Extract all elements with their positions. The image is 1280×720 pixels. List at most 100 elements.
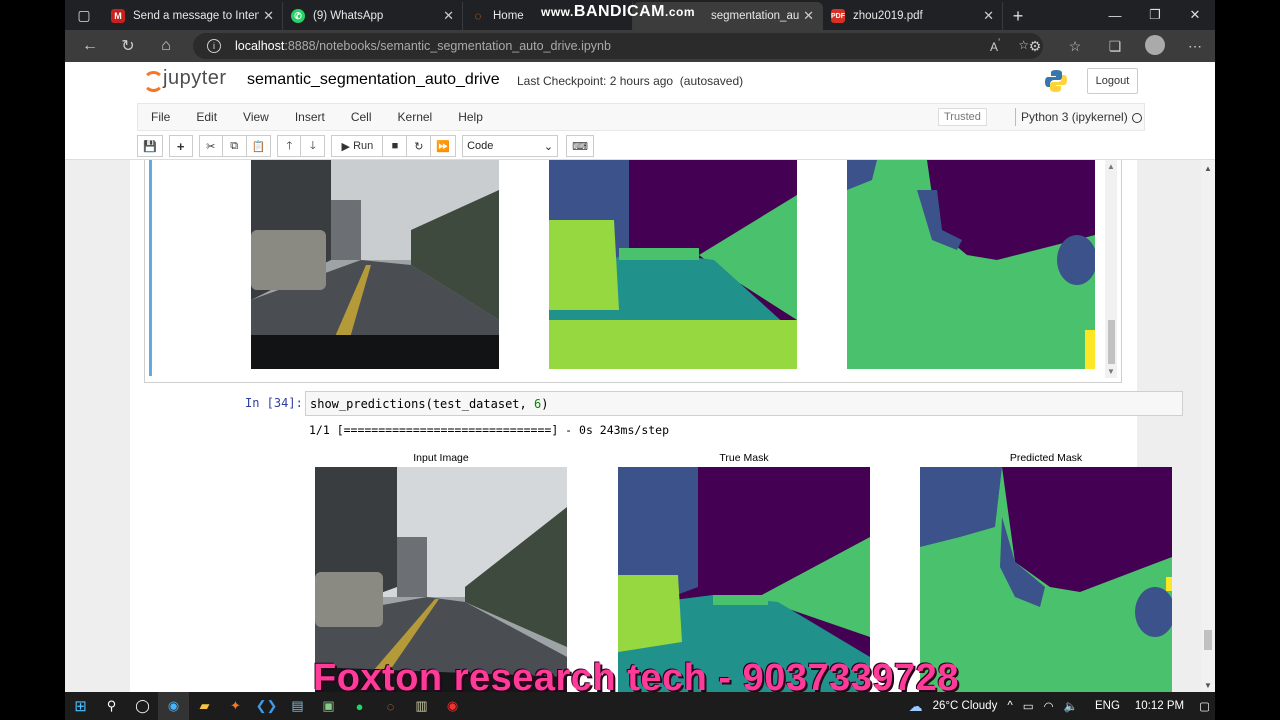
- windows-taskbar: ⊞ ⚲ ◯ ◉ ▰ ✦ ❮❯ ▤ ▣ ● ◌ ▥ ◉ ☁ 26°C Cloudy…: [65, 692, 1215, 720]
- file-explorer-icon[interactable]: ▰: [189, 692, 220, 720]
- language-indicator[interactable]: ENG: [1095, 700, 1120, 712]
- menu-view[interactable]: View: [230, 110, 282, 124]
- window-menu-icon[interactable]: ▢: [65, 0, 103, 30]
- cortana-icon[interactable]: ◯: [127, 692, 158, 720]
- back-icon[interactable]: ←: [71, 37, 109, 55]
- menu-kernel[interactable]: Kernel: [385, 110, 446, 124]
- trusted-indicator[interactable]: Trusted: [938, 108, 987, 126]
- tab-title: (9) WhatsApp: [313, 10, 384, 22]
- profile-avatar[interactable]: [1135, 34, 1175, 58]
- insert-cell-button[interactable]: +: [168, 135, 193, 157]
- notebook-name[interactable]: semantic_segmentation_auto_drive: [247, 71, 500, 89]
- home-icon[interactable]: ⌂: [147, 37, 185, 55]
- scroll-thumb[interactable]: [1204, 630, 1212, 650]
- kernel-name[interactable]: Python 3 (ipykernel): [1015, 108, 1128, 126]
- windows-start-icon[interactable]: ⊞: [65, 692, 96, 720]
- selected-cell-indicator: [149, 160, 152, 376]
- copy-icon[interactable]: ⧉: [222, 135, 247, 157]
- cell-output-text: 1/1 [==============================] - 0…: [309, 423, 670, 437]
- menu-insert[interactable]: Insert: [282, 110, 338, 124]
- page-scrollbar[interactable]: ▲ ▼: [1201, 160, 1215, 692]
- url-path: :8888/notebooks/semantic_segmentation_au…: [284, 39, 611, 53]
- browser-tab-strip: ▢ M Send a message to Intense ✕ ✆ (9) Wh…: [65, 0, 1215, 30]
- notebook-page: ▲ ▼ In [34]: show_predictions(test_datas…: [130, 160, 1183, 692]
- menu-file[interactable]: File: [138, 110, 183, 124]
- address-bar[interactable]: i localhost :8888/notebooks/semantic_seg…: [193, 33, 1043, 59]
- extensions-icon[interactable]: ⚙: [1015, 38, 1055, 55]
- notifications-icon[interactable]: ▢: [1199, 699, 1210, 713]
- notepad-icon[interactable]: ▤: [282, 692, 313, 720]
- cell-type-select[interactable]: Code ⌄: [462, 135, 559, 157]
- save-button[interactable]: 💾: [137, 135, 163, 157]
- scroll-down-icon[interactable]: ▼: [1107, 367, 1115, 376]
- anaconda-icon[interactable]: ✦: [220, 692, 251, 720]
- weather-text[interactable]: 26°C Cloudy: [933, 700, 998, 712]
- record-icon[interactable]: ◉: [437, 692, 468, 720]
- wifi-icon[interactable]: ◠: [1044, 699, 1054, 713]
- move-down-icon[interactable]: 🡓: [301, 135, 326, 157]
- read-aloud-icon[interactable]: Aʼ: [990, 38, 1000, 54]
- system-tray: ☁ 26°C Cloudy ^ ▭ ◠ 🔈 ENG 10:12 PM ▢: [904, 692, 1215, 720]
- caption-true-mask: True Mask: [719, 452, 769, 464]
- whatsapp-icon: ✆: [291, 9, 305, 23]
- close-icon[interactable]: ✕: [443, 8, 454, 24]
- new-tab-button[interactable]: +: [1003, 2, 1033, 30]
- cut-icon[interactable]: ✂: [198, 135, 223, 157]
- collections-icon[interactable]: ❏: [1095, 38, 1135, 55]
- bandicam-watermark: www.BANDICAM.com: [541, 3, 696, 20]
- minimize-icon[interactable]: —: [1095, 0, 1135, 30]
- promo-watermark: Foxton research tech - 9037339728: [313, 657, 959, 692]
- notebook-menubar: File Edit View Insert Cell Kernel Help T…: [137, 103, 1145, 131]
- scroll-thumb[interactable]: [1108, 320, 1115, 364]
- vscode-icon[interactable]: ❮❯: [251, 692, 282, 720]
- tab-whatsapp[interactable]: ✆ (9) WhatsApp ✕: [283, 2, 463, 30]
- spotify-icon[interactable]: ●: [344, 692, 375, 720]
- display-icon[interactable]: ▭: [1023, 699, 1034, 713]
- close-window-icon[interactable]: ✕: [1175, 0, 1215, 30]
- checkpoint-status: Last Checkpoint: 2 hours ago (autosaved): [517, 74, 744, 88]
- output-scrollbar[interactable]: ▲ ▼: [1105, 160, 1117, 378]
- tab-gmail[interactable]: M Send a message to Intense ✕: [103, 2, 283, 30]
- restore-icon[interactable]: ❐: [1135, 0, 1175, 30]
- jupyter-taskbar-icon[interactable]: ◌: [375, 692, 406, 720]
- predicted-mask-image: [847, 160, 1095, 369]
- command-palette-icon[interactable]: ⌨: [566, 135, 595, 157]
- restart-icon[interactable]: ↻: [407, 135, 432, 157]
- close-icon[interactable]: ✕: [263, 8, 274, 24]
- tab-title: zhou2019.pdf: [853, 10, 923, 22]
- stop-icon[interactable]: ■: [383, 135, 408, 157]
- tray-chevron-icon[interactable]: ^: [1007, 700, 1012, 712]
- tab-pdf[interactable]: PDF zhou2019.pdf ✕: [823, 2, 1003, 30]
- jupyter-logo[interactable]: jupyter: [141, 67, 227, 92]
- chevron-down-icon: ⌄: [543, 140, 554, 153]
- close-icon[interactable]: ✕: [803, 8, 814, 24]
- browser-tools: ⚙ ☆ ❏ ⋯: [1015, 30, 1215, 62]
- scroll-up-icon[interactable]: ▲: [1204, 164, 1212, 173]
- volume-icon[interactable]: 🔈: [1064, 699, 1078, 713]
- menu-edit[interactable]: Edit: [183, 110, 230, 124]
- pdf-icon: PDF: [831, 9, 845, 23]
- code-cell-input[interactable]: show_predictions(test_dataset, 6): [305, 391, 1183, 416]
- menu-help[interactable]: Help: [445, 110, 496, 124]
- favorites-icon[interactable]: ☆: [1055, 38, 1095, 55]
- menu-cell[interactable]: Cell: [338, 110, 385, 124]
- refresh-icon[interactable]: ↻: [109, 36, 147, 56]
- close-icon[interactable]: ✕: [983, 8, 994, 24]
- app-icon[interactable]: ▥: [406, 692, 437, 720]
- move-up-icon[interactable]: 🡑: [277, 135, 302, 157]
- edge-icon[interactable]: ◉: [158, 692, 189, 720]
- photos-icon[interactable]: ▣: [313, 692, 344, 720]
- info-icon[interactable]: i: [207, 39, 221, 53]
- more-menu-icon[interactable]: ⋯: [1175, 38, 1215, 55]
- screen: ▢ M Send a message to Intense ✕ ✆ (9) Wh…: [65, 0, 1215, 692]
- scroll-down-icon[interactable]: ▼: [1204, 681, 1212, 690]
- logout-button[interactable]: Logout: [1087, 68, 1138, 94]
- cell-prompt: In [34]:: [245, 396, 303, 410]
- paste-icon[interactable]: 📋: [246, 135, 272, 157]
- run-button[interactable]: ▶ Run: [331, 135, 384, 157]
- clock[interactable]: 10:12 PM: [1135, 700, 1184, 712]
- caption-input-image: Input Image: [413, 452, 469, 464]
- run-all-icon[interactable]: ⏩: [431, 135, 457, 157]
- search-icon[interactable]: ⚲: [96, 692, 127, 720]
- scroll-up-icon[interactable]: ▲: [1107, 162, 1115, 171]
